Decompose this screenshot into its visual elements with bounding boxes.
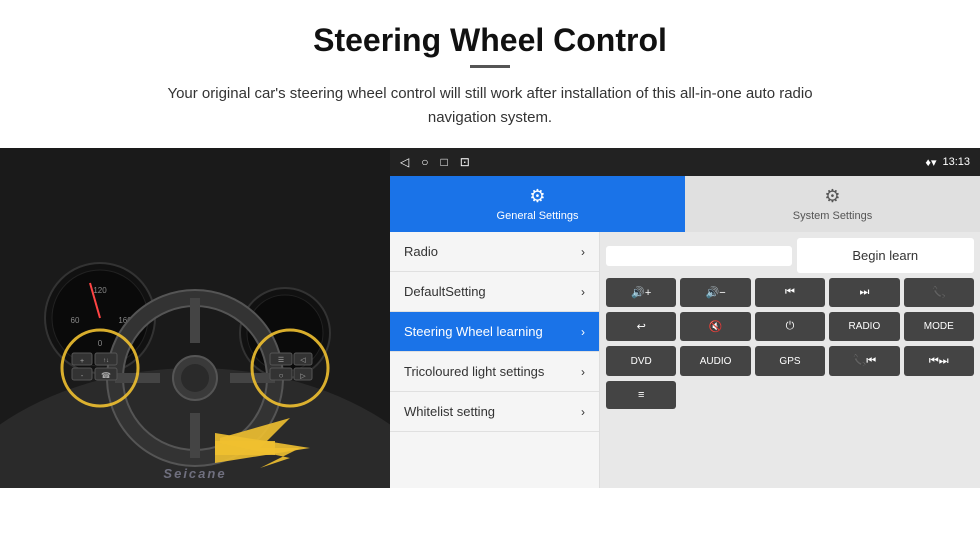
menu-tricoloured-label: Tricoloured light settings <box>404 364 544 379</box>
tab-system-label: System Settings <box>793 210 872 222</box>
control-grid-row3: DVD AUDIO GPS 📞⏮ ⏮⏭ <box>606 346 974 376</box>
main-content: Radio › DefaultSetting › Steering Wheel … <box>390 232 980 488</box>
chevron-icon: › <box>581 245 585 259</box>
android-ui: ◁ ○ □ ⊡ ♦▾ 13:13 ⚙ General Settings ⚙ Sy… <box>390 148 980 488</box>
vol-up-button[interactable]: 🔊+ <box>606 278 676 307</box>
svg-text:☎: ☎ <box>101 371 111 380</box>
svg-text:Seicane: Seicane <box>163 466 226 481</box>
control-grid-row2: ↩ 🔇 ⏻ RADIO MODE <box>606 312 974 341</box>
screenshot-icon[interactable]: ⊡ <box>460 155 470 169</box>
vol-down-button[interactable]: 🔊− <box>680 278 750 307</box>
dvd-button[interactable]: DVD <box>606 346 676 376</box>
chevron-icon: › <box>581 365 585 379</box>
mute-button[interactable]: 🔇 <box>680 312 750 341</box>
svg-text:120: 120 <box>93 286 107 295</box>
menu-radio-label: Radio <box>404 244 438 259</box>
prev-track-button[interactable]: ⏮ <box>755 278 825 307</box>
top-row: Begin learn <box>606 238 974 273</box>
menu-whitelist-label: Whitelist setting <box>404 404 495 419</box>
title-divider <box>470 65 510 68</box>
svg-text:☰: ☰ <box>278 357 284 364</box>
menu-icon-button[interactable]: ≡ <box>606 381 676 409</box>
status-bar: ◁ ○ □ ⊡ ♦▾ 13:13 <box>390 148 980 176</box>
phone-prev-button[interactable]: 📞⏮ <box>829 346 899 376</box>
subtitle: Your original car's steering wheel contr… <box>140 82 840 130</box>
system-icon: ⚙ <box>824 186 840 207</box>
svg-text:60: 60 <box>71 316 80 325</box>
signal-icon: ♦▾ <box>925 156 936 169</box>
begin-learn-button[interactable]: Begin learn <box>797 238 975 273</box>
svg-text:0: 0 <box>98 339 103 348</box>
tab-general[interactable]: ⚙ General Settings <box>390 176 685 232</box>
audio-button[interactable]: AUDIO <box>680 346 750 376</box>
chevron-icon: › <box>581 405 585 419</box>
menu-item-tricoloured[interactable]: Tricoloured light settings › <box>390 352 599 392</box>
status-bar-nav: ◁ ○ □ ⊡ <box>400 155 470 169</box>
next-track-button[interactable]: ⏭ <box>829 278 899 307</box>
back-icon[interactable]: ◁ <box>400 155 409 169</box>
chevron-icon: › <box>581 325 585 339</box>
left-menu: Radio › DefaultSetting › Steering Wheel … <box>390 232 600 488</box>
svg-text:▷: ▷ <box>300 373 306 380</box>
phone-button[interactable]: 📞 <box>904 278 974 307</box>
svg-text:↑↓: ↑↓ <box>103 358 109 364</box>
menu-item-radio[interactable]: Radio › <box>390 232 599 272</box>
mode-button[interactable]: MODE <box>904 312 974 341</box>
page-title: Steering Wheel Control <box>0 0 980 65</box>
svg-text:◁: ◁ <box>300 357 306 364</box>
status-bar-info: ♦▾ 13:13 <box>925 156 970 169</box>
tab-system[interactable]: ⚙ System Settings <box>685 176 980 232</box>
radio-button[interactable]: RADIO <box>829 312 899 341</box>
menu-steering-label: Steering Wheel learning <box>404 324 543 339</box>
prev-next-button[interactable]: ⏮⏭ <box>904 346 974 376</box>
gear-icon: ⚙ <box>529 186 545 207</box>
content-area: 120 60 160 0 + - <box>0 148 980 488</box>
empty-display <box>606 246 792 266</box>
menu-item-whitelist[interactable]: Whitelist setting › <box>390 392 599 432</box>
tab-general-label: General Settings <box>497 210 579 222</box>
car-image-area: 120 60 160 0 + - <box>0 148 390 488</box>
chevron-icon: › <box>581 285 585 299</box>
home-icon[interactable]: ○ <box>421 155 428 169</box>
menu-item-default[interactable]: DefaultSetting › <box>390 272 599 312</box>
right-panel: Begin learn 🔊+ 🔊− ⏮ ⏭ 📞 ↩ 🔇 ⏻ RADIO MODE <box>600 232 980 488</box>
call-end-button[interactable]: ↩ <box>606 312 676 341</box>
menu-item-steering[interactable]: Steering Wheel learning › <box>390 312 599 352</box>
svg-text:+: + <box>80 358 84 365</box>
tab-bar: ⚙ General Settings ⚙ System Settings <box>390 176 980 232</box>
gps-button[interactable]: GPS <box>755 346 825 376</box>
clock: 13:13 <box>942 156 970 168</box>
svg-text:○: ○ <box>279 371 284 380</box>
control-grid-row4: ≡ <box>606 381 974 409</box>
control-grid-row1: 🔊+ 🔊− ⏮ ⏭ 📞 <box>606 278 974 307</box>
recents-icon[interactable]: □ <box>440 155 447 169</box>
menu-default-label: DefaultSetting <box>404 284 486 299</box>
power-button[interactable]: ⏻ <box>755 312 825 341</box>
